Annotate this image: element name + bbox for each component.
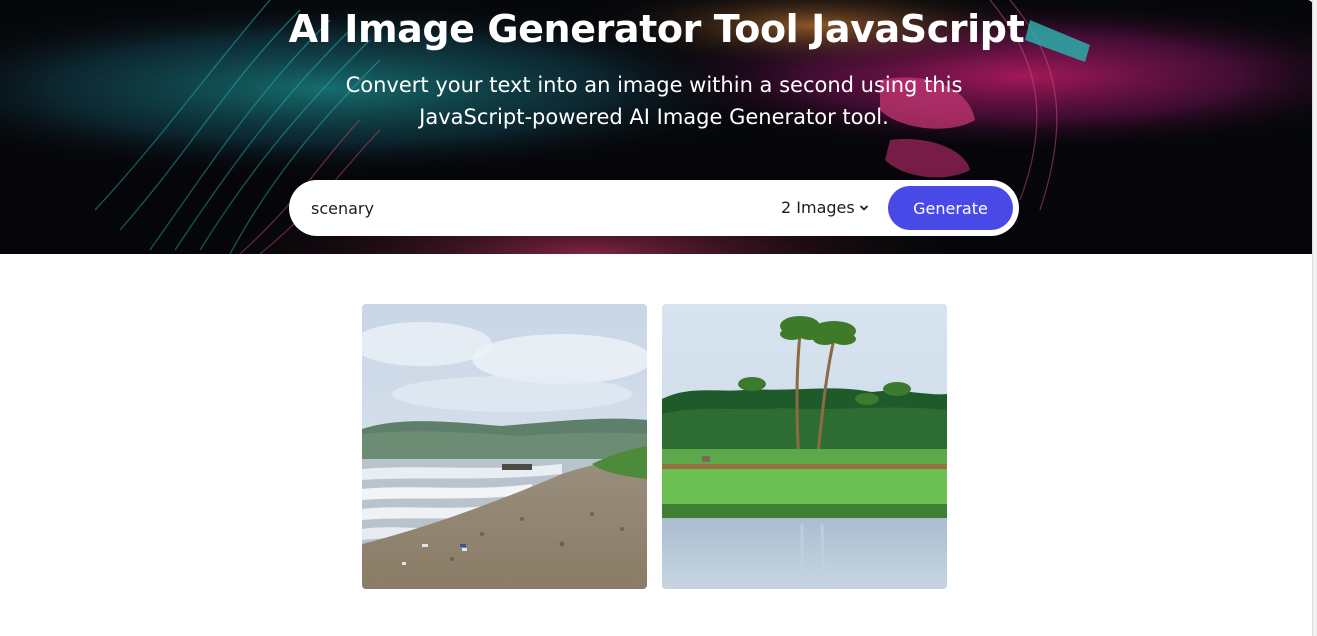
prompt-input[interactable] (311, 190, 751, 226)
image-gallery (362, 304, 947, 589)
image-count-value: 2 Images (781, 198, 855, 217)
page: AI Image Generator Tool JavaScript Conve… (0, 0, 1317, 636)
image-count-select[interactable]: 2 Images (781, 194, 869, 222)
chevron-down-icon (859, 205, 868, 211)
page-subtitle: Convert your text into an image within a… (345, 73, 963, 129)
palm-field-scenery-image (662, 304, 947, 589)
hero-banner: AI Image Generator Tool JavaScript Conve… (0, 0, 1313, 254)
page-title: AI Image Generator Tool JavaScript (288, 7, 1025, 51)
beach-scenery-image (362, 304, 647, 589)
window-right-edge (1312, 0, 1317, 636)
generate-form: 2 Images Generate (289, 180, 1019, 236)
generate-button[interactable]: Generate (888, 186, 1013, 230)
generated-image-card[interactable] (662, 304, 947, 589)
generated-image-card[interactable] (362, 304, 647, 589)
